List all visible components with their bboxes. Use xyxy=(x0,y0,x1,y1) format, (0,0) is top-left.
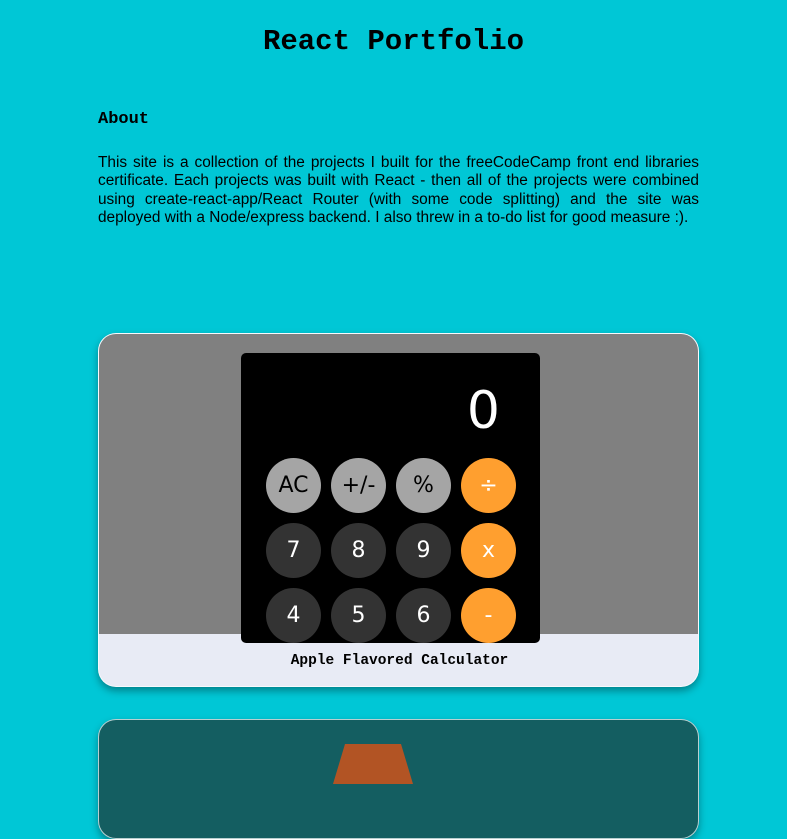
calc-button-divide: ÷ xyxy=(461,458,516,513)
project-card-calculator[interactable]: 0 AC +/- % ÷ 7 8 9 x 4 5 6 - Apple Flavo… xyxy=(98,333,699,687)
calc-button-8: 8 xyxy=(331,523,386,578)
calc-button-percent: % xyxy=(396,458,451,513)
about-heading: About xyxy=(98,110,150,129)
calc-button-7: 7 xyxy=(266,523,321,578)
calc-button-multiply: x xyxy=(461,523,516,578)
page-title: React Portfolio xyxy=(262,25,525,58)
project-card-2[interactable] xyxy=(98,719,699,839)
calc-button-ac: AC xyxy=(266,458,321,513)
project-caption[interactable]: Apple Flavored Calculator xyxy=(99,634,698,686)
calculator-display: 0 xyxy=(466,381,500,441)
calc-button-9: 9 xyxy=(396,523,451,578)
calc-button-plus-minus: +/- xyxy=(331,458,386,513)
calculator-preview: 0 AC +/- % ÷ 7 8 9 x 4 5 6 - xyxy=(241,353,540,643)
project-preview-shape xyxy=(333,744,413,784)
about-text: This site is a collection of the project… xyxy=(98,154,699,226)
project-preview-image[interactable]: 0 AC +/- % ÷ 7 8 9 x 4 5 6 - xyxy=(99,334,698,643)
